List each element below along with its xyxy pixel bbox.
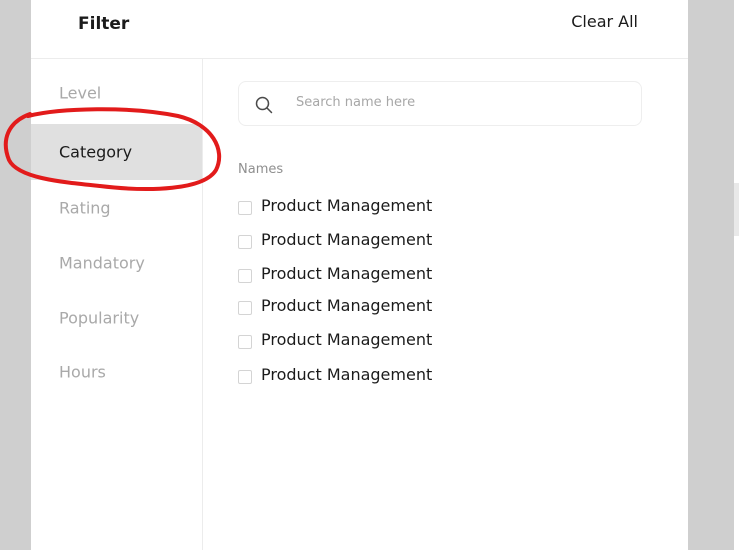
name-option-label: Product Management xyxy=(261,330,433,349)
checkbox[interactable] xyxy=(238,370,252,384)
name-option[interactable]: Product Management xyxy=(238,296,498,318)
sidebar-item-hours[interactable]: Hours xyxy=(31,344,202,400)
sidebar-item-label: Hours xyxy=(59,362,106,382)
checkbox[interactable] xyxy=(238,301,252,315)
name-option[interactable]: Product Management xyxy=(238,264,498,286)
name-option[interactable]: Product Management xyxy=(238,196,498,218)
search-placeholder: Search name here xyxy=(296,95,416,110)
filter-title: Filter xyxy=(78,14,130,34)
checkbox[interactable] xyxy=(238,201,252,215)
sidebar-item-label: Level xyxy=(59,83,102,103)
checkbox[interactable] xyxy=(238,335,252,349)
name-option-label: Product Management xyxy=(261,230,433,249)
filter-header: Filter Clear All xyxy=(31,0,688,59)
checkbox[interactable] xyxy=(238,269,252,283)
sidebar-item-label: Mandatory xyxy=(59,253,145,273)
sidebar-item-label: Category xyxy=(59,142,133,162)
backdrop-edge xyxy=(734,0,739,550)
search-input[interactable]: Search name here xyxy=(238,81,642,126)
sidebar-item-mandatory[interactable]: Mandatory xyxy=(31,235,202,291)
search-icon xyxy=(255,96,273,114)
clear-all-button[interactable]: Clear All xyxy=(571,12,638,31)
filter-category-sidebar: Level Category Rating Mandatory Populari… xyxy=(31,59,203,550)
backdrop-notch xyxy=(734,183,739,236)
filter-panel: Filter Clear All Level Category Rating M… xyxy=(31,0,688,550)
sidebar-item-label: Popularity xyxy=(59,308,140,328)
name-option-label: Product Management xyxy=(261,196,433,215)
name-option[interactable]: Product Management xyxy=(238,365,498,387)
sidebar-item-level[interactable]: Level xyxy=(31,65,202,121)
screen: Filter Clear All Level Category Rating M… xyxy=(0,0,739,550)
name-option[interactable]: Product Management xyxy=(238,330,498,352)
sidebar-item-rating[interactable]: Rating xyxy=(31,180,202,236)
sidebar-item-popularity[interactable]: Popularity xyxy=(31,290,202,346)
name-option-label: Product Management xyxy=(261,296,433,315)
name-option-label: Product Management xyxy=(261,365,433,384)
sidebar-item-label: Rating xyxy=(59,198,111,218)
name-option[interactable]: Product Management xyxy=(238,230,498,252)
checkbox[interactable] xyxy=(238,235,252,249)
name-option-label: Product Management xyxy=(261,264,433,283)
names-section-label: Names xyxy=(238,162,284,177)
sidebar-item-category[interactable]: Category xyxy=(31,124,202,180)
